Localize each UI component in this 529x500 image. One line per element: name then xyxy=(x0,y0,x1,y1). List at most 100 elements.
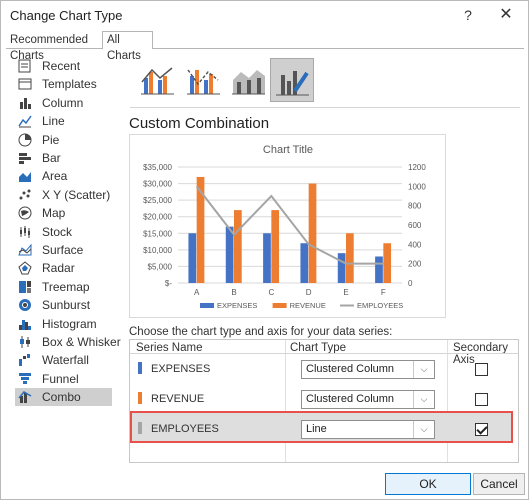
combo-stacked-area-column-button[interactable] xyxy=(227,58,271,102)
sidebar-item-column[interactable]: Column xyxy=(15,94,112,112)
sidebar-item-map[interactable]: Map xyxy=(15,204,112,222)
sidebar-item-area[interactable]: Area xyxy=(15,167,112,185)
sidebar-item-label: Pie xyxy=(42,132,60,147)
bar-revenue xyxy=(271,210,280,283)
cancel-button[interactable]: Cancel xyxy=(473,473,525,495)
x-tick-label: D xyxy=(306,288,312,297)
sidebar-item-label: X Y (Scatter) xyxy=(42,187,111,202)
tab-all-charts[interactable]: All Charts xyxy=(102,31,153,62)
column-line-secondary-icon xyxy=(187,69,220,95)
recent-icon xyxy=(18,59,32,73)
line-employees xyxy=(195,185,384,265)
y-tick-label: $10,000 xyxy=(143,246,172,255)
column-divider xyxy=(285,340,286,462)
bar-revenue xyxy=(234,210,242,283)
close-button[interactable]: ✕ xyxy=(495,4,517,26)
chevron-down-icon[interactable]: ⌵ xyxy=(413,361,434,378)
combo-column-line-secondary-button[interactable] xyxy=(182,58,226,102)
x-tick-label: E xyxy=(343,288,348,297)
ok-button[interactable]: OK xyxy=(385,473,471,495)
pie-chart-icon xyxy=(18,133,32,147)
section-title: Custom Combination xyxy=(129,115,270,132)
chevron-down-icon[interactable]: ⌵ xyxy=(413,391,434,408)
sidebar-item-label: Histogram xyxy=(42,316,97,331)
sidebar-item-combo[interactable]: Combo xyxy=(15,388,112,407)
sidebar-item-stock[interactable]: Stock xyxy=(15,223,112,241)
sidebar-item-bar[interactable]: Bar xyxy=(15,149,112,167)
y-tick-label: $15,000 xyxy=(143,229,172,238)
bar-revenue xyxy=(308,183,317,283)
sidebar-item-box-whisker[interactable]: Box & Whisker xyxy=(15,333,121,351)
y2-tick-label: 0 xyxy=(408,279,413,288)
combo-clustered-column-line-button[interactable] xyxy=(136,58,180,102)
series-name: REVENUE xyxy=(151,393,205,405)
sidebar-item-label: Map xyxy=(42,206,66,221)
tab-recommended-charts[interactable]: Recommended Charts xyxy=(6,32,102,62)
scatter-chart-icon xyxy=(18,188,32,202)
clustered-column-line-icon xyxy=(141,67,174,95)
custom-combination-icon xyxy=(276,71,309,96)
secondary-axis-checkbox[interactable] xyxy=(475,393,488,406)
sidebar-item-line[interactable]: Line xyxy=(15,112,112,130)
line-chart-icon xyxy=(18,114,32,128)
sidebar-item-funnel[interactable]: Funnel xyxy=(15,370,112,388)
y2-tick-label: 1200 xyxy=(408,163,426,172)
subtype-divider xyxy=(130,107,520,108)
sidebar-item-label: Stock xyxy=(42,224,73,239)
templates-icon xyxy=(18,77,32,91)
legend-label: EMPLOYEES xyxy=(357,301,403,310)
bar-expenses xyxy=(375,256,383,283)
area-chart-icon xyxy=(18,169,32,183)
tab-divider xyxy=(6,48,524,49)
series-name: EMPLOYEES xyxy=(151,423,219,435)
stacked-area-column-icon xyxy=(232,70,265,95)
chevron-down-icon[interactable]: ⌵ xyxy=(413,421,434,438)
sidebar-item-templates[interactable]: Templates xyxy=(15,75,112,93)
legend-label: REVENUE xyxy=(290,301,326,310)
sidebar-item-radar[interactable]: Radar xyxy=(15,259,112,277)
bar-expenses xyxy=(263,233,271,283)
help-button[interactable]: ? xyxy=(457,4,479,26)
sidebar-item-surface[interactable]: Surface xyxy=(15,241,112,259)
sidebar-item-x-y-scatter[interactable]: X Y (Scatter) xyxy=(15,186,112,204)
change-chart-type-dialog: Change Chart Type ? ✕ Recommended Charts… xyxy=(0,0,529,500)
secondary-axis-checkbox[interactable] xyxy=(475,363,488,376)
y-tick-label: $- xyxy=(165,279,172,288)
sidebar-item-label: Funnel xyxy=(42,371,79,386)
sidebar-item-label: Recent xyxy=(42,59,81,73)
dialog-title: Change Chart Type xyxy=(10,8,123,23)
chart-type-select[interactable]: Line ⌵ xyxy=(301,420,435,439)
chart-preview: Chart Title $- $5,000 $10,000 $15,000 $20,00… xyxy=(129,134,446,318)
sidebar-item-treemap[interactable]: Treemap xyxy=(15,278,112,296)
bar-revenue xyxy=(383,243,392,283)
sidebar-item-label: Line xyxy=(42,114,65,129)
title-bar: Change Chart Type ? ✕ xyxy=(1,1,528,29)
sidebar-item-pie[interactable]: Pie xyxy=(15,131,112,149)
secondary-axis-checkbox[interactable] xyxy=(475,423,488,436)
combo-chart-svg: Chart Title $- $5,000 $10,000 $15,000 $20,00… xyxy=(143,144,426,310)
histogram-chart-icon xyxy=(18,317,32,331)
sidebar-item-histogram[interactable]: Histogram xyxy=(15,315,112,333)
chart-type-select-value: Clustered Column xyxy=(306,363,395,375)
column-chart-icon xyxy=(18,96,32,110)
y2-tick-label: 400 xyxy=(408,240,422,249)
legend-swatch xyxy=(200,303,214,308)
chart-type-select-value: Line xyxy=(306,423,327,435)
header-secondary-axis: Secondary Axis xyxy=(453,342,508,366)
series-instructions: Choose the chart type and axis for your … xyxy=(129,326,393,338)
sidebar-item-sunburst[interactable]: Sunburst xyxy=(15,296,112,314)
combo-custom-combination-button[interactable] xyxy=(270,58,314,102)
y2-tick-label: 600 xyxy=(408,221,422,230)
chart-type-select-value: Clustered Column xyxy=(306,393,395,405)
box-whisker-chart-icon xyxy=(18,335,32,349)
sidebar-item-recent[interactable]: Recent xyxy=(15,57,112,75)
sidebar-item-waterfall[interactable]: Waterfall xyxy=(15,351,112,369)
series-color-marker xyxy=(138,392,142,404)
sidebar-item-label: Column xyxy=(42,95,84,110)
sunburst-chart-icon xyxy=(18,298,32,312)
y-tick-label: $25,000 xyxy=(143,196,172,205)
chart-type-select[interactable]: Clustered Column ⌵ xyxy=(301,360,435,379)
sidebar-item-label: Combo xyxy=(42,390,81,405)
chart-type-select[interactable]: Clustered Column ⌵ xyxy=(301,390,435,409)
sidebar-item-label: Sunburst xyxy=(42,298,91,313)
